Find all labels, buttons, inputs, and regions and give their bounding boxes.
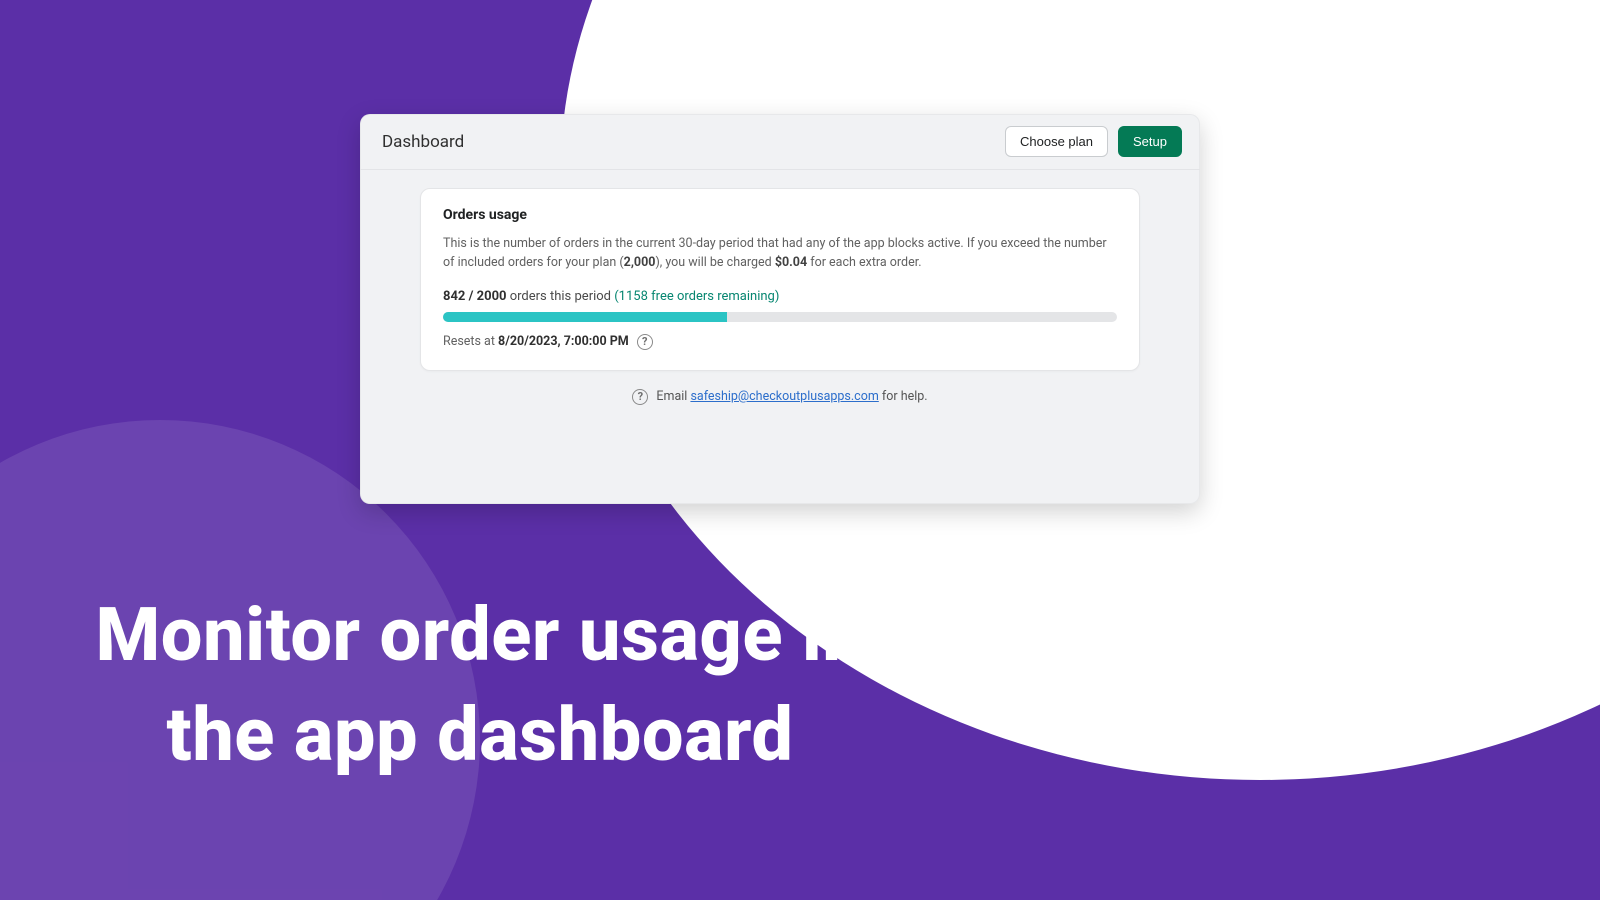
plan-limit-value: 2,000 xyxy=(624,255,656,270)
help-icon[interactable]: ? xyxy=(632,389,648,405)
dashboard-panel: Dashboard Choose plan Setup Orders usage… xyxy=(360,114,1200,504)
usage-progress-bar xyxy=(443,312,1117,322)
email-suffix: for help. xyxy=(879,389,928,404)
setup-button[interactable]: Setup xyxy=(1118,126,1182,157)
page-title: Dashboard xyxy=(382,132,464,152)
reset-datetime: 8/20/2023, 7:00:00 PM xyxy=(498,334,629,349)
headline-line-2: the app dashboard xyxy=(0,690,960,783)
help-icon[interactable]: ? xyxy=(637,334,653,350)
email-prefix: Email xyxy=(656,389,690,404)
reset-prefix: Resets at xyxy=(443,334,498,349)
remaining-label: (1158 free orders remaining) xyxy=(614,289,779,304)
headline-line-1: Monitor order usage in xyxy=(0,590,960,683)
header-actions: Choose plan Setup xyxy=(1005,126,1182,157)
footer-help: ? Email safeship@checkoutplusapps.com fo… xyxy=(360,389,1200,405)
usage-progress-fill xyxy=(443,312,727,322)
usage-summary-line: 842 / 2000 orders this period (1158 free… xyxy=(443,289,1117,304)
desc-text-mid: ), you will be charged xyxy=(655,255,774,270)
orders-usage-description: This is the number of orders in the curr… xyxy=(443,235,1117,273)
marketing-slide: Monitor order usage in the app dashboard… xyxy=(0,0,1600,900)
orders-usage-title: Orders usage xyxy=(443,207,1117,223)
desc-text-post: for each extra order. xyxy=(807,255,921,270)
orders-usage-card: Orders usage This is the number of order… xyxy=(420,188,1140,371)
dashboard-header: Dashboard Choose plan Setup xyxy=(360,114,1200,170)
support-email-link[interactable]: safeship@checkoutplusapps.com xyxy=(690,389,878,404)
reset-line: Resets at 8/20/2023, 7:00:00 PM ? xyxy=(443,334,1117,350)
overage-price-value: $0.04 xyxy=(775,255,807,270)
period-label: orders this period xyxy=(507,289,615,304)
choose-plan-button[interactable]: Choose plan xyxy=(1005,126,1108,157)
used-over-limit: 842 / 2000 xyxy=(443,289,507,304)
